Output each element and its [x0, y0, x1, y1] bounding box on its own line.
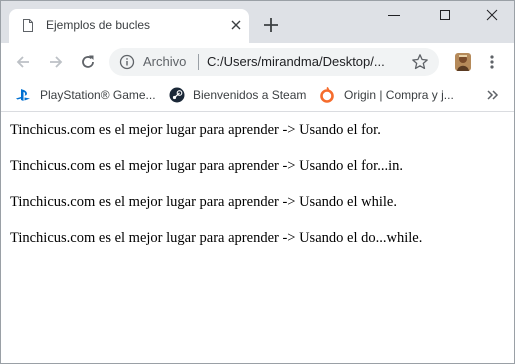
reload-icon[interactable] — [79, 53, 97, 71]
tab-strip: Ejemplos de bucles — [1, 1, 514, 43]
content-line: Tinchicus.com es el mejor lugar para apr… — [10, 230, 423, 246]
bookmark-playstation[interactable]: PlayStation® Game... — [15, 81, 156, 111]
content-line: Tinchicus.com es el mejor lugar para apr… — [10, 122, 381, 138]
close-window-icon[interactable] — [484, 7, 500, 23]
page-content: Tinchicus.com es el mejor lugar para apr… — [1, 112, 514, 363]
toolbar: Archivo C:/Users/mirandma/Desktop/... — [1, 43, 514, 81]
forward-arrow-icon[interactable] — [47, 53, 65, 71]
bookmark-origin[interactable]: Origin | Compra y j... — [319, 81, 469, 111]
omnibox-divider — [198, 54, 199, 70]
maximize-icon[interactable] — [437, 7, 453, 23]
minimize-icon[interactable] — [386, 7, 402, 23]
url-text[interactable]: C:/Users/mirandma/Desktop/... — [207, 54, 397, 69]
chevron-double-right-icon[interactable] — [485, 88, 499, 102]
info-icon[interactable] — [119, 54, 135, 70]
tab-title: Ejemplos de bucles — [46, 18, 151, 32]
content-line: Tinchicus.com es el mejor lugar para apr… — [10, 194, 397, 210]
bookmark-star-icon[interactable] — [411, 53, 429, 71]
bookmark-label: PlayStation® Game... — [40, 88, 156, 102]
more-menu-icon[interactable] — [489, 54, 495, 70]
bookmark-steam[interactable]: Bienvenidos a Steam — [169, 81, 309, 111]
profile-avatar-icon[interactable] — [453, 52, 473, 72]
steam-icon — [169, 87, 185, 103]
scheme-label: Archivo — [143, 54, 187, 69]
new-tab-icon[interactable] — [263, 17, 279, 33]
close-tab-icon[interactable] — [229, 18, 243, 32]
origin-icon — [320, 87, 334, 103]
browser-window: Ejemplos de bucles Archivo C:/Users/mira… — [0, 0, 515, 364]
document-icon — [23, 19, 33, 32]
bookmarks-bar: PlayStation® Game... Bienvenidos a Steam… — [1, 81, 514, 112]
bookmark-label: Bienvenidos a Steam — [193, 88, 307, 102]
back-arrow-icon[interactable] — [14, 53, 32, 71]
playstation-icon — [16, 89, 30, 101]
bookmark-label: Origin | Compra y j... — [344, 88, 454, 102]
address-bar[interactable]: Archivo C:/Users/mirandma/Desktop/... — [109, 48, 439, 76]
content-line: Tinchicus.com es el mejor lugar para apr… — [10, 158, 403, 174]
tab-ejemplos-de-bucles[interactable]: Ejemplos de bucles — [9, 9, 249, 43]
